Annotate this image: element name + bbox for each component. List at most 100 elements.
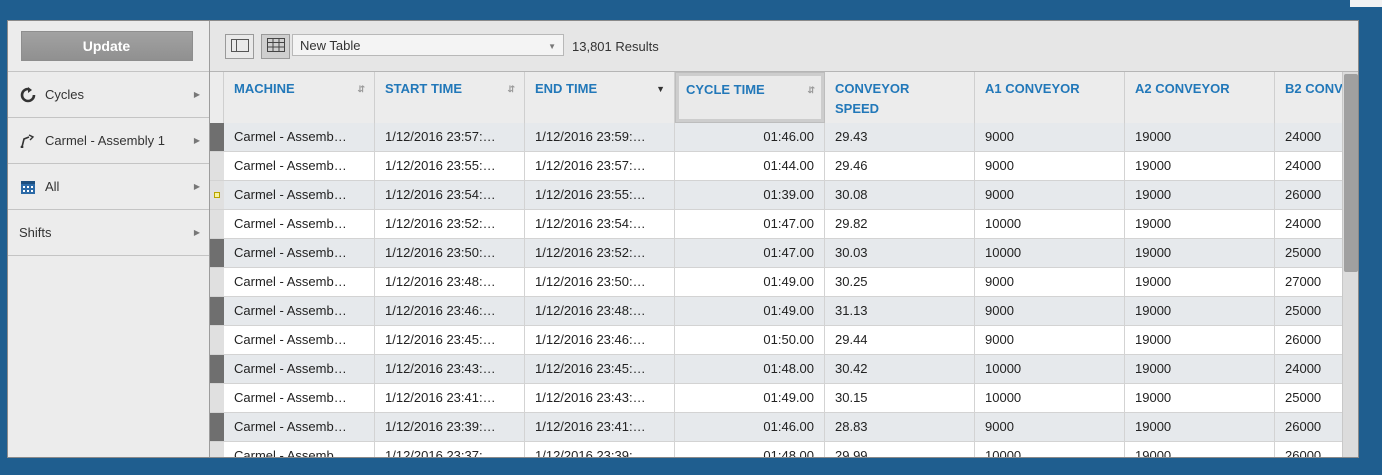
cell-end-time: 1/12/2016 23:39:… [525, 442, 675, 457]
table-row[interactable]: Carmel - Assemb… 1/12/2016 23:48:… 1/12/20… [210, 268, 1342, 297]
sidebar-item-cycles[interactable]: Cycles ▶ [8, 72, 209, 118]
cell-conveyor-speed: 30.08 [825, 181, 975, 209]
row-marker [210, 152, 224, 180]
cycle-icon [19, 86, 37, 104]
table-row[interactable]: Carmel - Assemb… 1/12/2016 23:43:… 1/12/20… [210, 355, 1342, 384]
cell-a2-conveyor: 19000 [1125, 268, 1275, 296]
sidebar-toggle-button[interactable] [225, 34, 254, 59]
column-header-machine[interactable]: MACHINE ⇵ [224, 72, 375, 123]
cell-end-time: 1/12/2016 23:43:… [525, 384, 675, 412]
cell-end-time: 1/12/2016 23:48:… [525, 297, 675, 325]
cell-a1-conveyor: 9000 [975, 297, 1125, 325]
table-row[interactable]: Carmel - Assemb… 1/12/2016 23:46:… 1/12/20… [210, 297, 1342, 326]
cell-end-time: 1/12/2016 23:57:… [525, 152, 675, 180]
cell-machine: Carmel - Assemb… [224, 268, 375, 296]
cell-conveyor-speed: 30.25 [825, 268, 975, 296]
column-header-end-time[interactable]: END TIME ▼ [525, 72, 675, 123]
update-area: Update [8, 21, 209, 72]
row-marker [210, 268, 224, 296]
table-row[interactable]: Carmel - Assemb… 1/12/2016 23:39:… 1/12/20… [210, 413, 1342, 442]
sort-icon[interactable]: ⇵ [357, 79, 365, 99]
table-row[interactable]: Carmel - Assemb… 1/12/2016 23:57:… 1/12/20… [210, 123, 1342, 152]
cell-end-time: 1/12/2016 23:59:… [525, 123, 675, 151]
table-row[interactable]: Carmel - Assemb… 1/12/2016 23:55:… 1/12/20… [210, 152, 1342, 181]
update-button[interactable]: Update [20, 31, 193, 61]
cell-a1-conveyor: 9000 [975, 152, 1125, 180]
cell-cycle-time: 01:44.00 [675, 152, 825, 180]
toolbar: New Table ▼ 13,801 Results [210, 21, 1358, 72]
cell-conveyor-speed: 29.46 [825, 152, 975, 180]
table-row[interactable]: Carmel - Assemb… 1/12/2016 23:54:… 1/12/20… [210, 181, 1342, 210]
cell-a1-conveyor: 10000 [975, 384, 1125, 412]
sidebar-item-machine[interactable]: Carmel - Assembly 1 ▶ [8, 118, 209, 164]
row-marker [210, 210, 224, 238]
table-select[interactable]: New Table ▼ [292, 34, 564, 56]
column-header-label: A1 CONVEYOR [985, 81, 1080, 96]
column-header-a1-conveyor[interactable]: A1 CONVEYOR [975, 72, 1125, 123]
row-marker [210, 442, 224, 457]
cell-end-time: 1/12/2016 23:52:… [525, 239, 675, 267]
column-header-label: MACHINE [234, 81, 295, 96]
column-header-conveyor-speed[interactable]: CONVEYOR SPEED [825, 72, 975, 123]
column-header-label: A2 CONVEYOR [1135, 81, 1230, 96]
cell-a2-conveyor: 19000 [1125, 355, 1275, 383]
cell-machine: Carmel - Assemb… [224, 123, 375, 151]
sidebar-item-label: Shifts [19, 225, 52, 240]
sidebar-item-shifts[interactable]: Shifts ▶ [8, 210, 209, 256]
cell-end-time: 1/12/2016 23:46:… [525, 326, 675, 354]
results-count: 13,801 Results [572, 39, 659, 54]
cell-start-time: 1/12/2016 23:43:… [375, 355, 525, 383]
cell-conveyor-speed: 30.03 [825, 239, 975, 267]
cell-start-time: 1/12/2016 23:39:… [375, 413, 525, 441]
table-view-button[interactable] [261, 34, 290, 59]
column-header-start-time[interactable]: START TIME ⇵ [375, 72, 525, 123]
cell-conveyor-speed: 29.82 [825, 210, 975, 238]
cell-b2-conveyor: 24000 [1275, 355, 1342, 383]
table-select-value: New Table [300, 37, 361, 53]
row-marker [210, 239, 224, 267]
cell-a2-conveyor: 19000 [1125, 442, 1275, 457]
sidebar-item-label: Carmel - Assembly 1 [45, 133, 165, 148]
cell-end-time: 1/12/2016 23:54:… [525, 210, 675, 238]
cell-conveyor-speed: 30.42 [825, 355, 975, 383]
cell-conveyor-speed: 30.15 [825, 384, 975, 412]
table-row[interactable]: Carmel - Assemb… 1/12/2016 23:52:… 1/12/20… [210, 210, 1342, 239]
cell-a2-conveyor: 19000 [1125, 210, 1275, 238]
vertical-scrollbar[interactable] [1342, 72, 1358, 457]
cell-a1-conveyor: 9000 [975, 326, 1125, 354]
sort-icon[interactable]: ⇵ [507, 79, 515, 99]
sidebar-item-all[interactable]: All ▶ [8, 164, 209, 210]
cell-start-time: 1/12/2016 23:55:… [375, 152, 525, 180]
cell-a2-conveyor: 19000 [1125, 413, 1275, 441]
cell-a1-conveyor: 9000 [975, 413, 1125, 441]
cell-start-time: 1/12/2016 23:41:… [375, 384, 525, 412]
machine-icon [19, 132, 37, 150]
panel-icon [230, 38, 249, 55]
cell-start-time: 1/12/2016 23:50:… [375, 239, 525, 267]
table-row[interactable]: Carmel - Assemb… 1/12/2016 23:37:… 1/12/20… [210, 442, 1342, 457]
cell-start-time: 1/12/2016 23:37:… [375, 442, 525, 457]
cell-machine: Carmel - Assemb… [224, 181, 375, 209]
table-row[interactable]: Carmel - Assemb… 1/12/2016 23:50:… 1/12/20… [210, 239, 1342, 268]
column-header-cycle-time[interactable]: CYCLE TIME ⇵ [675, 72, 825, 123]
cell-conveyor-speed: 28.83 [825, 413, 975, 441]
table-icon [266, 38, 285, 55]
row-marker [210, 355, 224, 383]
data-table: MACHINE ⇵ START TIME ⇵ END TIME ▼ CYCLE … [210, 72, 1342, 457]
sort-descending-icon[interactable]: ▼ [656, 79, 665, 99]
cell-start-time: 1/12/2016 23:48:… [375, 268, 525, 296]
sort-icon[interactable]: ⇵ [807, 80, 815, 100]
column-header-b2-conveyor[interactable]: B2 CONV [1275, 72, 1342, 123]
sidebar-item-label: Cycles [45, 87, 85, 102]
column-header-label: CYCLE TIME [686, 82, 765, 97]
cell-a2-conveyor: 19000 [1125, 384, 1275, 412]
scrollbar-thumb[interactable] [1344, 74, 1358, 272]
cell-end-time: 1/12/2016 23:45:… [525, 355, 675, 383]
column-header-a2-conveyor[interactable]: A2 CONVEYOR [1125, 72, 1275, 123]
chevron-right-icon: ▶ [193, 136, 200, 145]
table-row[interactable]: Carmel - Assemb… 1/12/2016 23:41:… 1/12/20… [210, 384, 1342, 413]
cell-b2-conveyor: 26000 [1275, 326, 1342, 354]
row-marker [210, 326, 224, 354]
table-row[interactable]: Carmel - Assemb… 1/12/2016 23:45:… 1/12/20… [210, 326, 1342, 355]
cell-cycle-time: 01:48.00 [675, 442, 825, 457]
